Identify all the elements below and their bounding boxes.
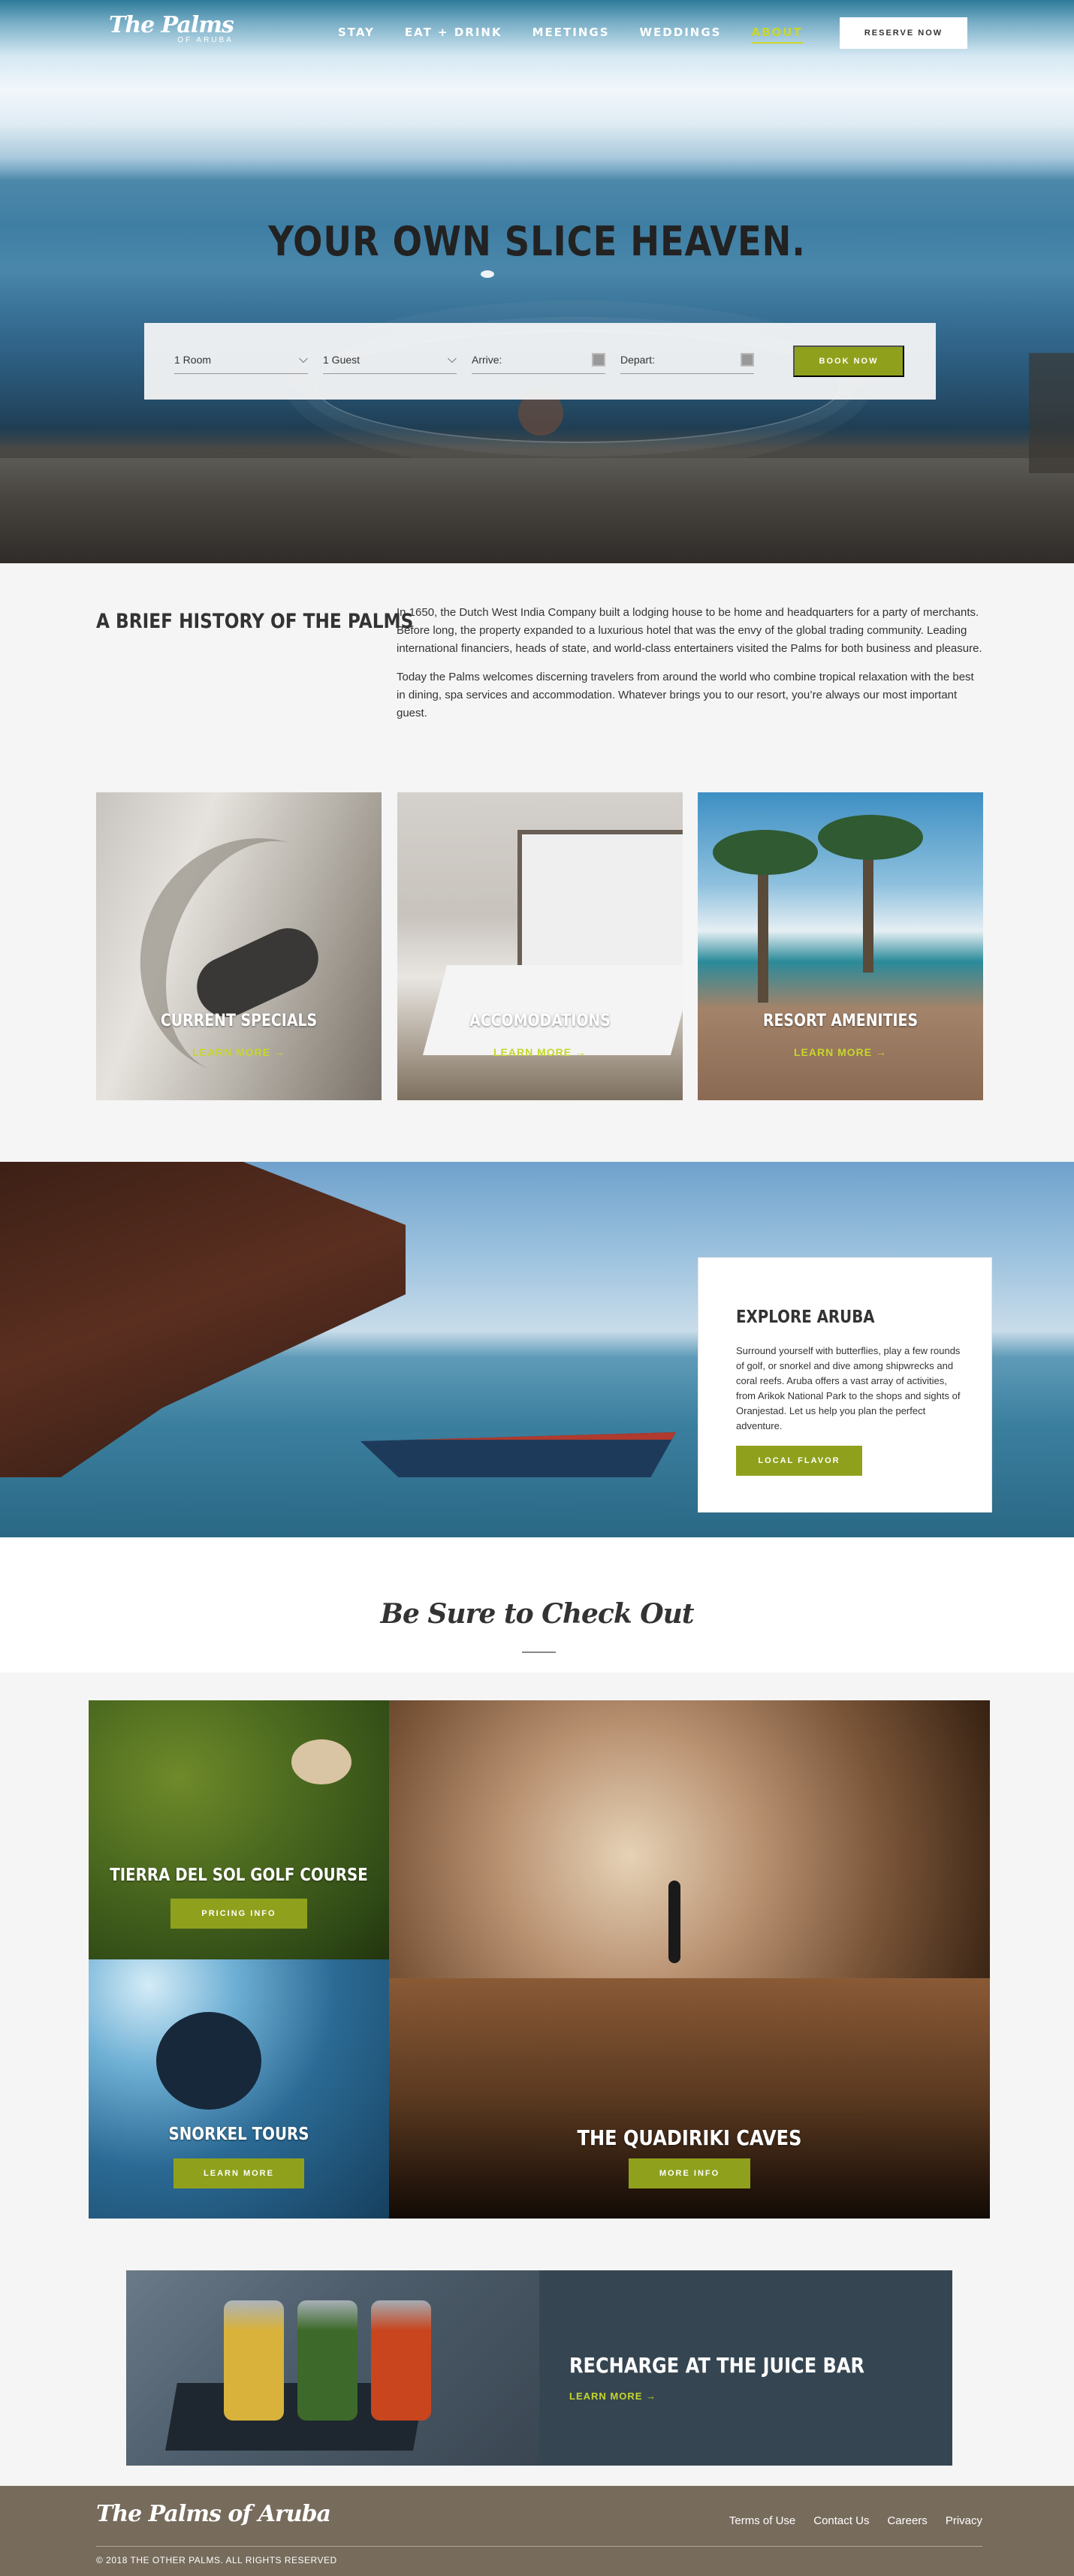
footer-link-terms[interactable]: Terms of Use [729,2514,795,2527]
learn-more-link[interactable]: LEARN MORE → [569,2390,656,2402]
footer-logo[interactable]: The Palms of Aruba [96,2501,331,2527]
card-current-specials[interactable]: CURRENT SPECIALS LEARN MORE → [96,792,382,1100]
main-nav: STAY EAT + DRINK MEETINGS WEDDINGS ABOUT [338,26,833,44]
history-title: A BRIEF HISTORY OF THE PALMS [96,610,414,633]
person-in-cave [668,1881,680,1963]
reserve-now-button[interactable]: RESERVE NOW [840,17,967,49]
more-info-button[interactable]: MORE INFO [629,2158,750,2188]
explore-title: EXPLORE ARUBA [736,1308,875,1327]
guests-value: 1 Guest [323,353,361,366]
palm-trunk [758,852,768,1003]
history-text: In 1650, the Dutch West India Company bu… [397,604,982,733]
palm-frond [818,815,923,860]
footer: The Palms of Aruba Terms of Use Contact … [0,2486,1074,2576]
tile-snorkel-tours[interactable]: SNORKEL TOURS LEARN MORE [89,1959,389,2219]
pool-edge [0,458,1074,563]
sand-bunker [291,1739,351,1784]
depart-label: Depart: [620,353,655,366]
wooden-dock [0,1162,406,1477]
booking-widget: 1 Room ⌵ 1 Guest ⌵ Arrive: Depart: BOOK … [144,323,936,400]
diver-image [156,2012,261,2110]
nav-item-about[interactable]: ABOUT [751,26,803,44]
palm-frond [713,830,818,875]
nav-item-eat-drink[interactable]: EAT + DRINK [405,26,502,44]
copyright-text: © 2018 THE OTHER PALMS. ALL RIGHTS RESER… [96,2555,337,2565]
depart-date-field[interactable]: Depart: [620,345,754,374]
learn-more-link[interactable]: LEARN MORE → [397,1046,683,1058]
juice-glass-green [297,2300,357,2421]
history-paragraph-2: Today the Palms welcomes discerning trav… [397,671,974,719]
card-resort-amenities[interactable]: RESORT AMENITIES LEARN MORE → [698,792,983,1100]
check-out-title: Be Sure to Check Out [380,1598,695,1630]
tile-title: THE QUADIRIKI CAVES [577,2125,802,2150]
hero-section: The Palms OF ARUBA STAY EAT + DRINK MEET… [0,0,1074,563]
boat [361,1432,676,1477]
guests-select[interactable]: 1 Guest ⌵ [323,345,457,374]
rooms-value: 1 Room [174,353,212,366]
footer-links: Terms of Use Contact Us Careers Privacy [711,2514,982,2527]
book-now-button[interactable]: BOOK NOW [793,345,904,377]
pool-edge-right [1029,353,1074,473]
footer-link-privacy[interactable]: Privacy [946,2514,982,2527]
juice-title: RECHARGE AT THE JUICE BAR [569,2353,865,2378]
tile-title: SNORKEL TOURS [168,2125,309,2144]
learn-more-button[interactable]: LEARN MORE [173,2158,304,2188]
juice-glass-red [371,2300,431,2421]
arrive-date-field[interactable]: Arrive: [472,345,605,374]
card-title: CURRENT SPECIALS [160,1012,318,1030]
bed-image [422,965,683,1055]
nav-item-stay[interactable]: STAY [338,26,375,44]
learn-more-link[interactable]: LEARN MORE → [698,1046,983,1058]
nav-item-weddings[interactable]: WEDDINGS [640,26,722,44]
juice-bar-image [126,2270,539,2466]
card-accomodations[interactable]: ACCOMODATIONS LEARN MORE → [397,792,683,1100]
headboard-image [517,830,683,980]
tile-quadiriki-caves[interactable]: THE QUADIRIKI CAVES MORE INFO [389,1700,990,2219]
top-navigation-bar: The Palms OF ARUBA STAY EAT + DRINK MEET… [0,0,1074,68]
rooms-select[interactable]: 1 Room ⌵ [174,345,308,374]
sun-glare [481,270,494,278]
pricing-info-button[interactable]: PRICING INFO [170,1899,307,1929]
tile-golf-course[interactable]: TIERRA DEL SOL GOLF COURSE PRICING INFO [89,1700,389,1959]
explore-text: Surround yourself with butterflies, play… [736,1345,961,1431]
title-divider [522,1651,556,1653]
hero-title: YOUR OWN SLICE HEAVEN. [268,218,806,265]
learn-more-link[interactable]: LEARN MORE → [96,1046,382,1058]
arrive-label: Arrive: [472,353,502,366]
juice-bar-panel: RECHARGE AT THE JUICE BAR LEARN MORE → [539,2270,952,2466]
nav-item-meetings[interactable]: MEETINGS [532,26,610,44]
site-logo[interactable]: The Palms OF ARUBA [109,12,234,45]
local-flavor-button[interactable]: LOCAL FLAVOR [736,1446,862,1476]
chevron-down-icon: ⌵ [298,352,308,366]
chevron-down-icon: ⌵ [447,352,457,366]
footer-divider [96,2546,982,2547]
calendar-icon[interactable] [592,352,605,366]
logo-script: The Palms [109,12,234,38]
calendar-icon[interactable] [741,352,754,366]
juice-glass-yellow [224,2300,284,2421]
footer-link-contact[interactable]: Contact Us [813,2514,869,2527]
history-paragraph-1: In 1650, the Dutch West India Company bu… [397,606,982,655]
card-title: ACCOMODATIONS [469,1012,611,1030]
explore-aruba-panel: EXPLORE ARUBA Surround yourself with but… [698,1257,992,1513]
footer-link-careers[interactable]: Careers [887,2514,927,2527]
card-title: RESORT AMENITIES [762,1012,919,1030]
tile-title: TIERRA DEL SOL GOLF COURSE [110,1866,368,1885]
